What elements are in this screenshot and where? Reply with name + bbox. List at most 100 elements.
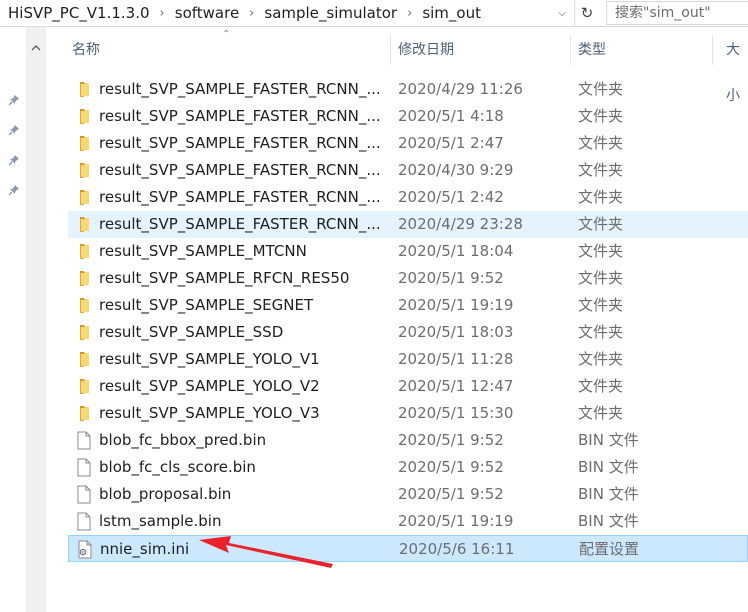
file-name: result_SVP_SAMPLE_FASTER_RCNN_... — [99, 80, 381, 98]
file-row[interactable]: result_SVP_SAMPLE_YOLO_V2 2020/5/1 12:47 文… — [68, 373, 748, 400]
refresh-button[interactable]: ↻ — [574, 0, 599, 26]
file-modified-date: 2020/5/1 9:52 — [398, 269, 504, 287]
file-row[interactable]: result_SVP_SAMPLE_FASTER_RCNN_... 2020/5/… — [68, 130, 748, 157]
file-row[interactable]: result_SVP_SAMPLE_SEGNET 2020/5/1 19:19 文件… — [68, 292, 748, 319]
folder-icon — [76, 188, 92, 207]
file-row[interactable]: result_SVP_SAMPLE_FASTER_RCNN_... 2020/4/… — [68, 211, 748, 238]
column-divider[interactable] — [570, 35, 571, 65]
file-type: BIN 文件 — [578, 485, 639, 503]
file-modified-date: 2020/5/1 18:03 — [398, 323, 514, 341]
file-name: result_SVP_SAMPLE_SSD — [99, 323, 284, 341]
column-header-type[interactable]: 类型 — [578, 27, 606, 73]
folder-icon — [76, 215, 92, 234]
file-type: BIN 文件 — [578, 458, 639, 476]
file-type: 文件夹 — [578, 296, 624, 314]
file-icon — [76, 458, 92, 477]
file-row[interactable]: blob_fc_bbox_pred.bin 2020/5/1 9:52 BIN 文件 — [68, 427, 748, 454]
file-name: blob_proposal.bin — [99, 485, 232, 503]
file-modified-date: 2020/5/1 11:28 — [398, 350, 514, 368]
file-type: 文件夹 — [578, 107, 624, 125]
file-row[interactable]: result_SVP_SAMPLE_FASTER_RCNN_... 2020/5/… — [68, 103, 748, 130]
file-type: 文件夹 — [578, 404, 624, 422]
file-modified-date: 2020/4/29 11:26 — [398, 80, 523, 98]
file-row[interactable]: lstm_sample.bin 2020/5/1 19:19 BIN 文件 — [68, 508, 748, 535]
column-header-date[interactable]: 修改日期 — [398, 27, 454, 73]
pin-icon[interactable] — [8, 184, 20, 196]
column-divider[interactable] — [390, 35, 391, 65]
folder-icon — [76, 107, 92, 126]
file-row[interactable]: blob_fc_cls_score.bin 2020/5/1 9:52 BIN 文件 — [68, 454, 748, 481]
file-row[interactable]: result_SVP_SAMPLE_FASTER_RCNN_... 2020/4/… — [68, 157, 748, 184]
file-name: result_SVP_SAMPLE_RFCN_RES50 — [99, 269, 350, 287]
file-modified-date: 2020/5/1 9:52 — [398, 485, 504, 503]
file-modified-date: 2020/5/1 18:04 — [398, 242, 514, 260]
file-icon — [76, 485, 92, 504]
file-modified-date: 2020/5/1 19:19 — [398, 512, 514, 530]
column-divider[interactable] — [712, 35, 713, 65]
column-header: ⌃ 名称 修改日期 类型 大小 — [46, 27, 748, 104]
file-row[interactable]: result_SVP_SAMPLE_SSD 2020/5/1 18:03 文件夹 — [68, 319, 748, 346]
folder-icon — [76, 269, 92, 288]
column-header-size[interactable]: 大小 — [726, 27, 748, 104]
file-modified-date: 2020/4/30 9:29 — [398, 161, 514, 179]
file-type: BIN 文件 — [578, 431, 639, 449]
column-header-name[interactable]: 名称 — [72, 27, 100, 73]
file-row[interactable]: result_SVP_SAMPLE_RFCN_RES50 2020/5/1 9:5… — [68, 265, 748, 292]
file-type: 文件夹 — [578, 134, 624, 152]
chevron-up-icon — [31, 45, 41, 51]
file-type: 文件夹 — [578, 242, 624, 260]
folder-icon — [76, 161, 92, 180]
file-type: 文件夹 — [578, 377, 624, 395]
file-name: result_SVP_SAMPLE_YOLO_V1 — [99, 350, 320, 368]
pin-icon[interactable] — [8, 94, 20, 106]
breadcrumb-item-software[interactable]: software — [175, 4, 239, 22]
navigation-pane — [0, 27, 26, 612]
pin-icon[interactable] — [8, 154, 20, 166]
folder-icon — [76, 296, 92, 315]
breadcrumb-separator-icon: › — [159, 5, 165, 21]
scroll-up-button[interactable] — [26, 39, 46, 57]
file-row[interactable]: blob_proposal.bin 2020/5/1 9:52 BIN 文件 — [68, 481, 748, 508]
file-type: 文件夹 — [578, 215, 624, 233]
file-name: blob_fc_bbox_pred.bin — [99, 431, 267, 449]
file-row[interactable]: result_SVP_SAMPLE_FASTER_RCNN_... 2020/5/… — [68, 184, 748, 211]
file-modified-date: 2020/5/1 9:52 — [398, 458, 504, 476]
file-modified-date: 2020/5/1 4:18 — [398, 107, 504, 125]
navigation-scrollbar[interactable] — [26, 27, 46, 612]
file-row[interactable]: result_SVP_SAMPLE_YOLO_V1 2020/5/1 11:28 文… — [68, 346, 748, 373]
search-input[interactable]: 搜索"sim_out" — [606, 1, 748, 25]
breadcrumb[interactable]: HiSVP_PC_V1.1.3.0 › software › sample_si… — [8, 0, 481, 26]
folder-icon — [76, 80, 92, 99]
refresh-icon: ↻ — [580, 4, 594, 22]
file-modified-date: 2020/5/6 16:11 — [399, 540, 515, 558]
file-name: blob_fc_cls_score.bin — [99, 458, 256, 476]
file-row[interactable]: result_SVP_SAMPLE_MTCNN 2020/5/1 18:04 文件夹 — [68, 238, 748, 265]
file-type: 文件夹 — [578, 269, 624, 287]
file-row[interactable]: result_SVP_SAMPLE_YOLO_V3 2020/5/1 15:30 文… — [68, 400, 748, 427]
address-bar[interactable]: HiSVP_PC_V1.1.3.0 › software › sample_si… — [0, 0, 748, 27]
pin-icon[interactable] — [8, 124, 20, 136]
breadcrumb-item-root[interactable]: HiSVP_PC_V1.1.3.0 — [8, 4, 150, 22]
file-name: result_SVP_SAMPLE_SEGNET — [99, 296, 314, 314]
breadcrumb-item-sample-simulator[interactable]: sample_simulator — [264, 4, 397, 22]
file-type: 文件夹 — [578, 350, 624, 368]
file-name: result_SVP_SAMPLE_FASTER_RCNN_... — [99, 107, 381, 125]
file-name: result_SVP_SAMPLE_YOLO_V2 — [99, 377, 320, 395]
file-modified-date: 2020/4/29 23:28 — [398, 215, 523, 233]
file-row[interactable]: nnie_sim.ini 2020/5/6 16:11 配置设置 — [68, 535, 748, 562]
file-type: 文件夹 — [578, 188, 624, 206]
file-type: 配置设置 — [579, 540, 640, 558]
breadcrumb-item-sim-out[interactable]: sim_out — [422, 4, 481, 22]
file-name: result_SVP_SAMPLE_FASTER_RCNN_... — [99, 215, 381, 233]
file-modified-date: 2020/5/1 19:19 — [398, 296, 514, 314]
file-type: 文件夹 — [578, 161, 624, 179]
file-modified-date: 2020/5/1 9:52 — [398, 431, 504, 449]
file-modified-date: 2020/5/1 15:30 — [398, 404, 514, 422]
file-name: result_SVP_SAMPLE_MTCNN — [99, 242, 307, 260]
folder-icon — [76, 350, 92, 369]
chevron-down-icon: ⌵ — [558, 7, 566, 19]
file-modified-date: 2020/5/1 2:47 — [398, 134, 504, 152]
folder-icon — [76, 377, 92, 396]
file-row[interactable]: result_SVP_SAMPLE_FASTER_RCNN_... 2020/4/… — [68, 76, 748, 103]
address-history-button[interactable]: ⌵ — [551, 0, 573, 26]
